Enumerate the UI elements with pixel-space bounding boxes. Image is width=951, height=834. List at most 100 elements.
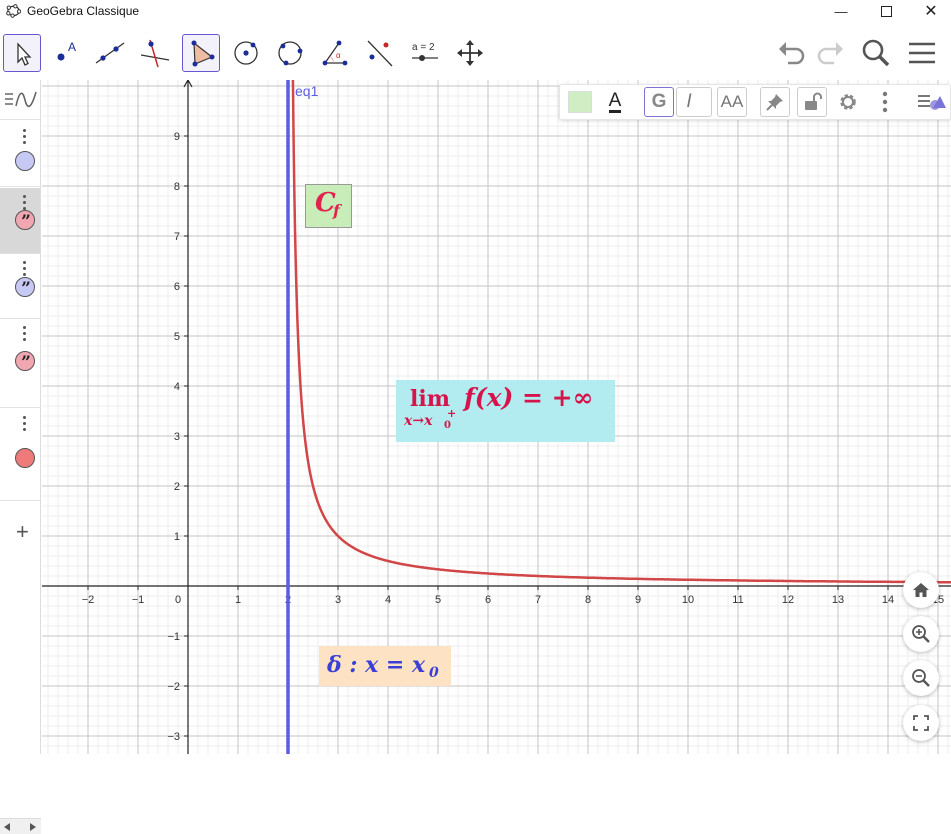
function-curve[interactable] bbox=[293, 80, 951, 583]
quote-icon: ” bbox=[16, 214, 36, 230]
tool-slider[interactable]: a = 2 bbox=[406, 34, 444, 72]
text-color-button[interactable]: A bbox=[600, 87, 630, 117]
horizontal-scrollbar[interactable] bbox=[0, 818, 41, 834]
tool-circle-three-points[interactable] bbox=[271, 34, 309, 72]
algebra-item-1[interactable] bbox=[0, 121, 40, 187]
item-menu-icon[interactable] bbox=[23, 416, 27, 434]
text-visibility-toggle-icon[interactable]: ” bbox=[15, 351, 35, 371]
pin-icon bbox=[765, 92, 785, 112]
reflect-about-line-icon bbox=[364, 37, 396, 69]
undo-button[interactable] bbox=[775, 36, 809, 70]
main-menu-button[interactable] bbox=[905, 36, 939, 70]
tool-move-graphics-view[interactable] bbox=[451, 34, 489, 72]
circle-center-icon bbox=[230, 37, 262, 69]
algebra-item-5[interactable] bbox=[0, 409, 40, 501]
x-tick-label: 3 bbox=[335, 594, 341, 606]
tool-point[interactable]: A bbox=[47, 34, 85, 72]
tool-polygon[interactable] bbox=[182, 34, 220, 72]
minimize-button[interactable]: — bbox=[818, 0, 864, 22]
svg-text:α: α bbox=[336, 51, 341, 60]
object-properties-button[interactable] bbox=[833, 87, 863, 117]
undo-icon bbox=[775, 36, 809, 70]
search-icon bbox=[859, 36, 893, 70]
x-tick-label: 0 bbox=[175, 594, 181, 606]
close-button[interactable]: ✕ bbox=[908, 0, 951, 22]
algebra-toggle-row[interactable] bbox=[0, 80, 40, 120]
standard-view-button[interactable] bbox=[903, 572, 939, 608]
bold-button[interactable]: G bbox=[644, 87, 674, 117]
x-tick-label: 12 bbox=[782, 594, 794, 606]
x-tick-label: 6 bbox=[485, 594, 491, 606]
polygon-icon bbox=[186, 38, 218, 70]
pin-button[interactable] bbox=[760, 87, 790, 117]
tool-reflect[interactable] bbox=[361, 34, 399, 72]
window-title: GeoGebra Classique bbox=[27, 4, 139, 18]
x-tick-label: 7 bbox=[535, 594, 541, 606]
curve-name-text[interactable]: C f bbox=[305, 184, 352, 228]
circle-three-points-icon bbox=[274, 37, 306, 69]
tool-perpendicular-line[interactable] bbox=[136, 34, 174, 72]
svg-text:a = 2: a = 2 bbox=[412, 42, 435, 53]
search-button[interactable] bbox=[859, 36, 893, 70]
delta-subscript: 0 bbox=[429, 665, 439, 681]
tool-move[interactable] bbox=[3, 34, 41, 72]
home-icon bbox=[911, 580, 931, 600]
gear-icon bbox=[837, 91, 859, 113]
svg-text:A: A bbox=[68, 40, 76, 54]
vertical-dots-icon bbox=[882, 91, 888, 113]
zoom-out-button[interactable] bbox=[903, 660, 939, 696]
algebra-item-2[interactable]: ” bbox=[0, 188, 40, 254]
asymptote-label[interactable]: eq1 bbox=[295, 83, 319, 99]
graphics-view-menu-icon bbox=[917, 91, 947, 113]
italic-button[interactable]: I bbox=[676, 87, 712, 117]
algebra-item-3[interactable]: ” bbox=[0, 255, 40, 319]
zoom-in-icon bbox=[911, 624, 931, 644]
line-icon bbox=[94, 37, 126, 69]
delta-equation: δ : x = x bbox=[327, 652, 425, 678]
item-menu-icon[interactable] bbox=[23, 326, 27, 344]
algebra-panel: ” ” ” + bbox=[0, 80, 41, 754]
italic-label: I bbox=[686, 91, 691, 113]
style-bar: A G I AA bbox=[559, 84, 951, 120]
algebra-view-toggle-icon bbox=[3, 88, 37, 110]
text-size-button[interactable]: AA bbox=[717, 87, 747, 117]
more-options-button[interactable] bbox=[870, 87, 900, 117]
text-color-label: A bbox=[609, 92, 622, 113]
limit-text[interactable]: lim x→x 0 + f(x) = +∞ bbox=[396, 380, 615, 442]
redo-button[interactable] bbox=[813, 36, 847, 70]
y-tick-label: 7 bbox=[174, 231, 180, 243]
limit-subscript: x→x bbox=[404, 413, 432, 429]
x-tick-label: −2 bbox=[82, 594, 95, 606]
maximize-button[interactable] bbox=[863, 0, 909, 22]
x-tick-label: −1 bbox=[132, 594, 145, 606]
graphics-style-menu-button[interactable] bbox=[915, 87, 949, 117]
visibility-toggle-icon[interactable] bbox=[15, 151, 35, 171]
fullscreen-icon bbox=[913, 715, 929, 731]
asymptote-equation-text[interactable]: δ : x = x 0 bbox=[319, 646, 451, 686]
x-tick-label: 13 bbox=[832, 594, 844, 606]
add-input-plus-icon[interactable]: + bbox=[16, 519, 29, 545]
lock-button[interactable] bbox=[797, 87, 827, 117]
move-view-arrows-icon bbox=[454, 37, 486, 69]
y-tick-label: 2 bbox=[174, 481, 180, 493]
text-visibility-toggle-icon[interactable]: ” bbox=[15, 277, 35, 297]
fullscreen-button[interactable] bbox=[903, 705, 939, 741]
zoom-in-button[interactable] bbox=[903, 616, 939, 652]
y-tick-label: −3 bbox=[167, 731, 180, 743]
graphics-view[interactable]: −2−10123456789101112131415123456789−1−2−… bbox=[42, 80, 951, 754]
point-icon: A bbox=[50, 37, 82, 69]
item-menu-icon[interactable] bbox=[23, 129, 27, 147]
bold-label: G bbox=[652, 91, 667, 113]
algebra-item-4[interactable]: ” bbox=[0, 320, 40, 408]
perpendicular-line-icon bbox=[139, 37, 171, 69]
text-visibility-toggle-icon[interactable]: ” bbox=[15, 210, 35, 230]
scroll-right-icon bbox=[30, 823, 36, 831]
tool-line[interactable] bbox=[91, 34, 129, 72]
y-tick-label: −2 bbox=[167, 681, 180, 693]
hamburger-menu-icon bbox=[905, 36, 939, 70]
quote-icon: ” bbox=[16, 355, 36, 371]
fill-color-button[interactable] bbox=[565, 87, 595, 117]
visibility-toggle-icon[interactable] bbox=[15, 448, 35, 468]
tool-angle[interactable]: α bbox=[316, 34, 354, 72]
tool-circle-center-point[interactable] bbox=[227, 34, 265, 72]
